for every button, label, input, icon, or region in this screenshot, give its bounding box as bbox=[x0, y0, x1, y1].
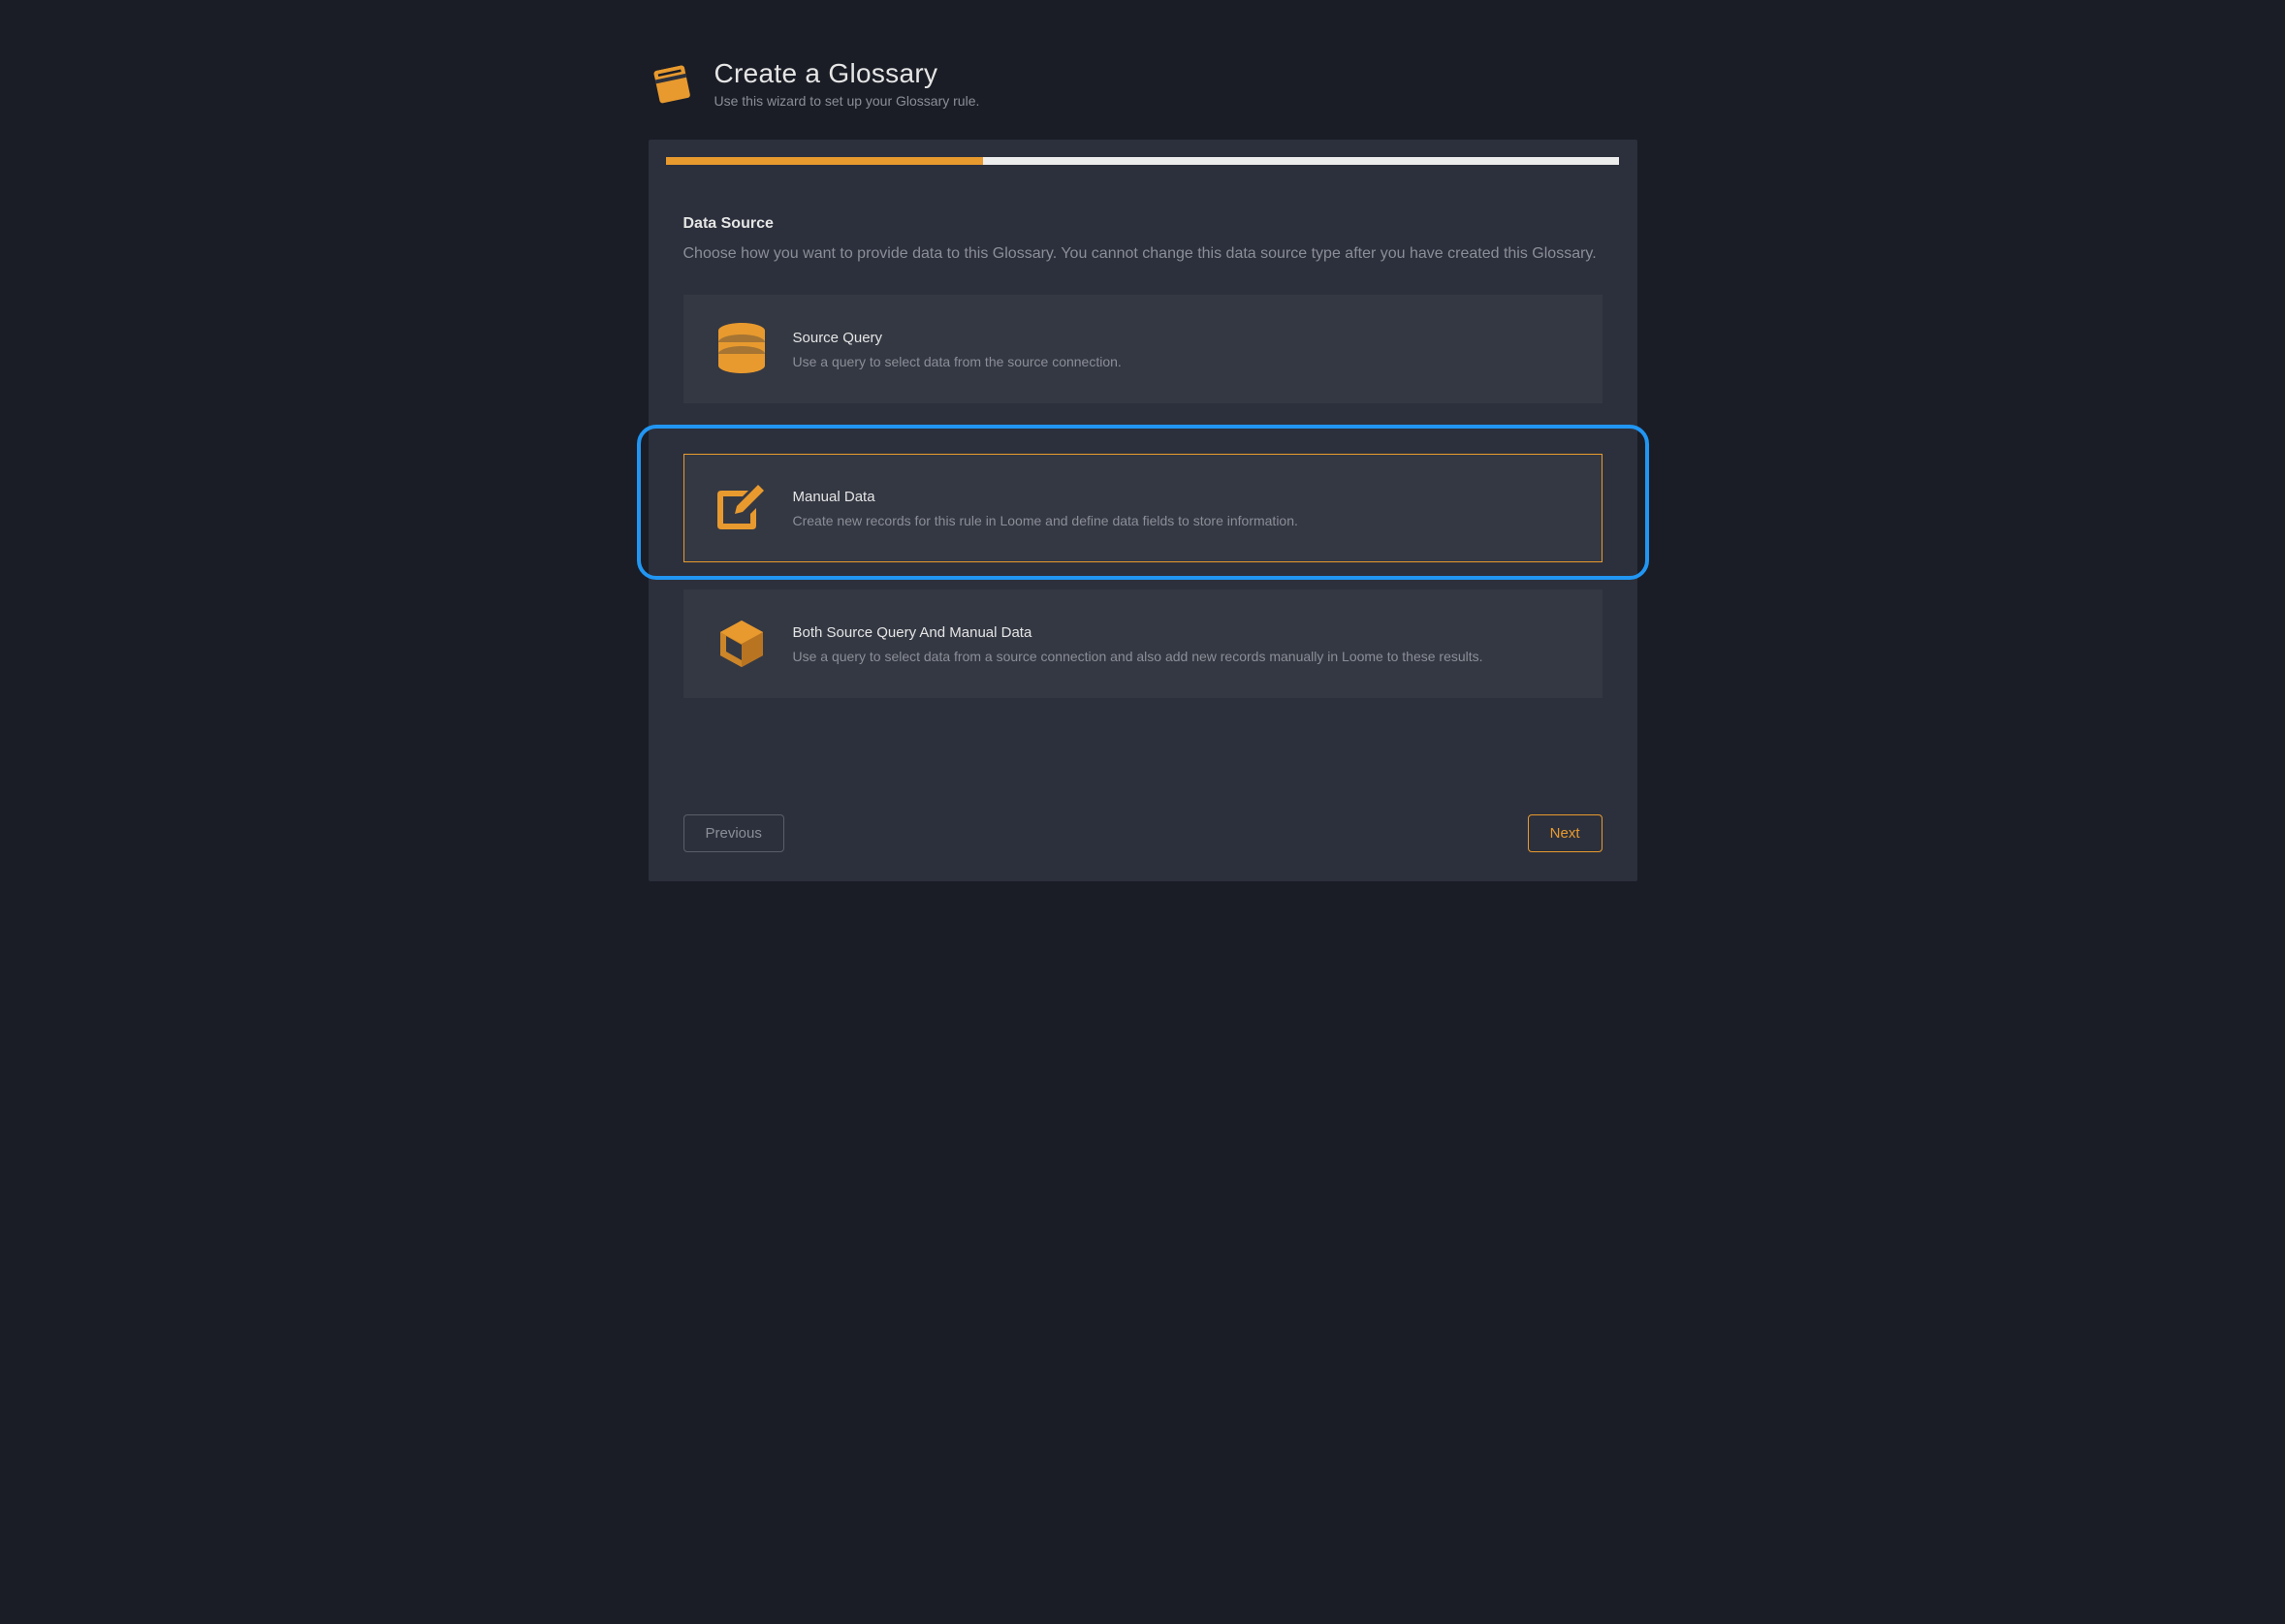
option-manual-data[interactable]: Manual Data Create new records for this … bbox=[683, 454, 1603, 562]
option-title: Both Source Query And Manual Data bbox=[793, 624, 1483, 641]
option-description: Create new records for this rule in Loom… bbox=[793, 513, 1298, 528]
wizard-card: Data Source Choose how you want to provi… bbox=[649, 140, 1637, 881]
next-button[interactable]: Next bbox=[1528, 814, 1603, 852]
option-description: Use a query to select data from the sour… bbox=[793, 354, 1122, 369]
page-title: Create a Glossary bbox=[714, 58, 980, 89]
previous-button[interactable]: Previous bbox=[683, 814, 784, 852]
section-description: Choose how you want to provide data to t… bbox=[683, 242, 1603, 266]
edit-icon bbox=[714, 480, 770, 536]
wizard-footer: Previous Next bbox=[649, 785, 1637, 881]
option-source-query[interactable]: Source Query Use a query to select data … bbox=[683, 295, 1603, 403]
progress-filled bbox=[666, 157, 984, 165]
option-description: Use a query to select data from a source… bbox=[793, 649, 1483, 664]
option-title: Source Query bbox=[793, 330, 1122, 346]
option-both[interactable]: Both Source Query And Manual Data Use a … bbox=[683, 589, 1603, 698]
progress-bar bbox=[666, 140, 1620, 165]
section-title: Data Source bbox=[683, 215, 1603, 233]
progress-remaining bbox=[983, 157, 1619, 165]
highlight-annotation: Manual Data Create new records for this … bbox=[637, 425, 1649, 580]
book-icon bbox=[649, 60, 695, 107]
page-subtitle: Use this wizard to set up your Glossary … bbox=[714, 93, 980, 109]
cube-icon bbox=[714, 616, 770, 672]
database-icon bbox=[714, 321, 770, 377]
wizard-header: Create a Glossary Use this wizard to set… bbox=[649, 39, 1637, 128]
option-title: Manual Data bbox=[793, 489, 1298, 505]
